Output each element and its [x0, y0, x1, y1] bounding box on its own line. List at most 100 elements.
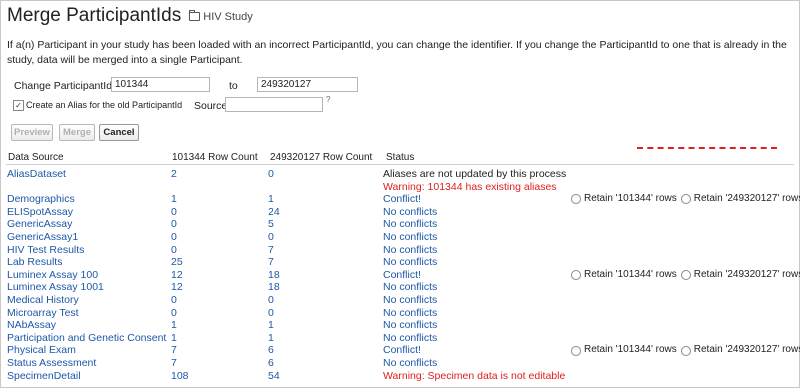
- from-row-count-link[interactable]: 1: [171, 319, 177, 332]
- to-row-count-link[interactable]: 18: [268, 269, 280, 282]
- retain-choice: Retain '101344' rows Retain '249320127' r…: [571, 269, 800, 282]
- to-row-count-link[interactable]: 5: [268, 218, 274, 231]
- status-text: No conflicts: [383, 230, 438, 243]
- data-source-link[interactable]: Status Assessment: [7, 357, 96, 370]
- retain-from-label: Retain '101344' rows: [584, 268, 677, 280]
- from-row-count-link[interactable]: 7: [171, 344, 177, 357]
- cancel-button[interactable]: Cancel: [99, 124, 139, 141]
- to-participantid-input[interactable]: [257, 77, 358, 92]
- folder-icon: [189, 10, 201, 21]
- to-row-count-link[interactable]: 1: [268, 332, 274, 345]
- table-row: Participation and Genetic Consent 1 1 No co…: [1, 332, 800, 345]
- source-input[interactable]: [225, 97, 323, 112]
- data-source-link[interactable]: Microarray Test: [7, 307, 79, 320]
- from-row-count-link[interactable]: 1: [171, 332, 177, 345]
- from-row-count-link[interactable]: 0: [171, 294, 177, 307]
- from-row-count-link[interactable]: 7: [171, 357, 177, 370]
- data-source-link[interactable]: NAbAssay: [7, 319, 56, 332]
- from-row-count-link[interactable]: 0: [171, 244, 177, 257]
- help-icon[interactable]: ?: [326, 95, 330, 104]
- from-participantid-input[interactable]: [111, 77, 210, 92]
- retain-to-label: Retain '249320127' rows: [693, 193, 800, 205]
- data-source-link[interactable]: Demographics: [7, 193, 75, 206]
- from-row-count-link[interactable]: 108: [171, 370, 189, 383]
- status-text: Conflict!: [383, 193, 421, 206]
- merge-button[interactable]: Merge: [59, 124, 95, 141]
- table-row: HIV Test Results 0 7 No conflicts: [1, 244, 800, 257]
- retain-to-radio[interactable]: [680, 345, 691, 356]
- from-row-count-link[interactable]: 12: [171, 281, 183, 294]
- table-row: GenericAssay1 0 0 No conflicts: [1, 231, 800, 244]
- from-row-count-link[interactable]: 25: [171, 256, 183, 269]
- data-source-link[interactable]: Physical Exam: [7, 344, 76, 357]
- status-text: No conflicts: [383, 319, 438, 332]
- retain-to-label: Retain '249320127' rows: [693, 344, 800, 356]
- data-source-link[interactable]: SpecimenDetail: [7, 370, 81, 383]
- from-row-count-link[interactable]: 12: [171, 269, 183, 282]
- status-text: Aliases are not updated by this process: [383, 168, 567, 180]
- data-source-link[interactable]: Lab Results: [7, 256, 62, 269]
- to-row-count-link[interactable]: 0: [268, 294, 274, 307]
- table-row: GenericAssay 0 5 No conflicts: [1, 218, 800, 231]
- data-source-link[interactable]: HIV Test Results: [7, 244, 84, 257]
- data-source-link[interactable]: Participation and Genetic Consent: [7, 332, 166, 345]
- status-text: No conflicts: [383, 281, 438, 294]
- page-title: Merge ParticipantIds: [7, 5, 182, 26]
- from-row-count-link[interactable]: 1: [171, 193, 177, 206]
- to-row-count-link[interactable]: 1: [268, 193, 274, 206]
- status-text: No conflicts: [383, 356, 438, 369]
- alias-warning-text: Warning: 101344 has existing aliases: [383, 180, 557, 193]
- to-row-count-link[interactable]: 1: [268, 319, 274, 332]
- status-text: No conflicts: [383, 205, 438, 218]
- to-row-count-link[interactable]: 24: [268, 206, 280, 219]
- create-alias-checkbox[interactable]: ✓: [13, 100, 24, 111]
- to-row-count-link[interactable]: 0: [268, 231, 274, 244]
- header-status: Status: [386, 152, 415, 163]
- table-row: SpecimenDetail 108 54 Warning: Specimen dat…: [1, 370, 800, 383]
- to-row-count-link[interactable]: 0: [268, 168, 274, 181]
- to-row-count-link[interactable]: 7: [268, 256, 274, 269]
- from-row-count-link[interactable]: 0: [171, 206, 177, 219]
- data-source-link[interactable]: GenericAssay: [7, 218, 72, 231]
- to-row-count-link[interactable]: 18: [268, 281, 280, 294]
- to-row-count-link[interactable]: 6: [268, 357, 274, 370]
- table-row: ELISpotAssay 0 24 No conflicts: [1, 206, 800, 219]
- breadcrumb[interactable]: HIV Study: [189, 10, 253, 23]
- data-source-link[interactable]: GenericAssay1: [7, 231, 78, 244]
- to-row-count-link[interactable]: 54: [268, 370, 280, 383]
- table-row: Lab Results 25 7 No conflicts: [1, 256, 800, 269]
- status-text: No conflicts: [383, 256, 438, 269]
- header-divider: [6, 164, 794, 165]
- header-from-row-count: 101344 Row Count: [172, 152, 258, 163]
- retain-to-radio[interactable]: [680, 270, 691, 281]
- retain-from-radio[interactable]: [571, 270, 581, 281]
- to-row-count-link[interactable]: 6: [268, 344, 274, 357]
- status-text: No conflicts: [383, 293, 438, 306]
- status-text: No conflicts: [383, 243, 438, 256]
- data-source-link[interactable]: AliasDataset: [7, 168, 66, 181]
- to-label: to: [229, 80, 238, 92]
- from-row-count-link[interactable]: 0: [171, 307, 177, 320]
- preview-button[interactable]: Preview: [11, 124, 53, 141]
- from-row-count-link[interactable]: 0: [171, 231, 177, 244]
- data-source-table: AliasDataset 2 0 Aliases are not updated by…: [1, 168, 800, 382]
- from-row-count-link[interactable]: 0: [171, 218, 177, 231]
- data-source-link[interactable]: Luminex Assay 100: [7, 269, 98, 282]
- retain-choice: Retain '101344' rows Retain '249320127' r…: [571, 193, 800, 206]
- retain-from-label: Retain '101344' rows: [584, 193, 677, 205]
- retain-from-radio[interactable]: [571, 194, 581, 205]
- table-row: NAbAssay 1 1 No conflicts: [1, 319, 800, 332]
- table-row: Demographics 1 1 Conflict! Retain '101344' r…: [1, 193, 800, 206]
- to-row-count-link[interactable]: 0: [268, 307, 274, 320]
- data-source-link[interactable]: Medical History: [7, 294, 79, 307]
- from-row-count-link[interactable]: 2: [171, 168, 177, 181]
- table-row: Microarray Test 0 0 No conflicts: [1, 307, 800, 320]
- retain-from-radio[interactable]: [571, 345, 581, 356]
- retain-choice: Retain '101344' rows Retain '249320127' r…: [571, 344, 800, 357]
- header-data-source: Data Source: [8, 152, 64, 163]
- breadcrumb-folder-link[interactable]: HIV Study: [203, 11, 253, 23]
- data-source-link[interactable]: Luminex Assay 1001: [7, 281, 104, 294]
- to-row-count-link[interactable]: 7: [268, 244, 274, 257]
- data-source-link[interactable]: ELISpotAssay: [7, 206, 73, 219]
- retain-to-radio[interactable]: [680, 194, 691, 205]
